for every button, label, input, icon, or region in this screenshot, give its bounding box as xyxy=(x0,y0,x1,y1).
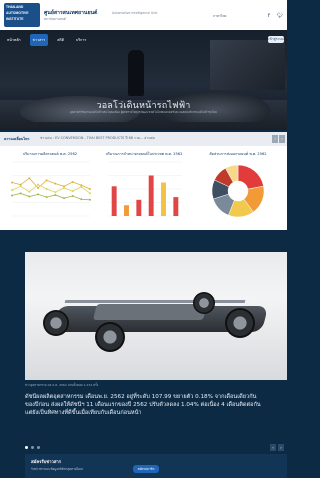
bar-6 xyxy=(173,197,179,216)
site-title: ศูนย์สารสนเทศยานยนต์ xyxy=(44,10,98,16)
wheel-rear-left xyxy=(193,292,215,314)
line-point xyxy=(63,197,65,200)
pager-dot[interactable] xyxy=(37,446,40,449)
wheel-rear-right xyxy=(225,308,255,338)
presenter-silhouette xyxy=(128,50,144,96)
hero-subtitle: อุตสาหกรรมยานยนต์ไฟฟ้าเติบโตต่อเนื่อง ผู… xyxy=(70,110,217,114)
ticker-prev-icon[interactable]: ‹ xyxy=(272,135,278,143)
bar-1 xyxy=(111,186,117,216)
line-point xyxy=(80,185,83,188)
site-header: THAILAND AUTOMOTIVE INSTITUTE ศูนย์สารสน… xyxy=(0,0,287,30)
line-point xyxy=(28,177,31,180)
bar-chart-title: ปริมาณการจำหน่ายรถยนต์ในประเทศ พ.ศ. 2562 xyxy=(105,152,183,156)
line-point xyxy=(19,192,22,195)
bar-2 xyxy=(124,205,129,216)
logo-line-3: INSTITUTE xyxy=(6,17,24,21)
chassis-rail xyxy=(64,300,246,303)
line-point xyxy=(63,186,65,189)
nav-item-news[interactable]: ข่าวสาร xyxy=(29,34,49,46)
slide-prev-icon[interactable]: ‹ xyxy=(270,444,276,451)
nav-item-services[interactable]: บริการ xyxy=(73,34,89,46)
pager-dot[interactable] xyxy=(31,446,34,449)
line-point xyxy=(28,195,31,198)
slide-pager xyxy=(25,446,40,449)
site-title-en: Automotive Intelligence Unit xyxy=(112,11,158,15)
line-point xyxy=(37,193,39,196)
site-subtitle: สถาบันยานยนต์ xyxy=(44,17,66,21)
nav-item-home[interactable]: หน้าหลัก xyxy=(4,34,24,46)
line-series-3 xyxy=(11,192,91,201)
site-logo[interactable]: THAILAND AUTOMOTIVE INSTITUTE xyxy=(4,3,40,27)
ticker-text[interactable]: ข่าวเด่น : EV CONVERSION - THAI BEST PRO… xyxy=(40,136,155,141)
pie-chart-card[interactable]: สัดส่วนการส่งออกรถยนต์ พ.ศ. 2562 xyxy=(194,150,282,226)
ticker-next-icon[interactable]: › xyxy=(279,135,285,143)
article-headline[interactable]: ดัชนีผลผลิตอุตสาหกรรม เดือนพ.ย. 2562 อยู… xyxy=(25,393,265,417)
display-panel xyxy=(210,40,285,90)
article-meta: ข่าวอุตสาหกรรม 04 ธ.ค. 2562 อ่านทั้งหมด … xyxy=(25,383,99,387)
line-point xyxy=(19,185,22,188)
line-series-1 xyxy=(11,177,91,190)
line-point xyxy=(54,193,57,196)
newsletter-bar: สมัครรับข่าวสาร รับข่าวสารและข้อมูลสถิติ… xyxy=(25,454,287,478)
ticker-label: ความเคลื่อนไหว xyxy=(4,137,30,141)
twitter-icon[interactable]: 🐦︎ xyxy=(277,13,283,19)
newsletter-title: สมัครรับข่าวสาร xyxy=(31,459,61,464)
bar-chart-card[interactable]: ปริมาณการจำหน่ายรถยนต์ในประเทศ พ.ศ. 2562 xyxy=(100,150,188,226)
news-ticker: ความเคลื่อนไหว ข่าวเด่น : EV CONVERSION … xyxy=(0,132,287,146)
left-rail xyxy=(0,230,25,478)
bar-3 xyxy=(136,199,142,216)
line-point xyxy=(45,188,48,190)
newsletter-text: รับข่าวสารและข้อมูลสถิติล่าสุดทางอีเมล xyxy=(31,467,83,471)
stats-section: ปริมาณการผลิตรถยนต์ พ.ศ. 2562 ปริมาณการจ… xyxy=(0,146,287,230)
main-nav: หน้าหลัก ข่าวสาร สถิติ บริการ xyxy=(4,34,89,46)
line-chart xyxy=(11,161,91,217)
login-button[interactable]: เข้าสู่ระบบ xyxy=(268,36,284,43)
page: THAILAND AUTOMOTIVE INSTITUTE ศูนย์สารสน… xyxy=(0,0,287,478)
line-point xyxy=(71,180,74,183)
language-switch[interactable]: ภาษาไทย xyxy=(213,14,226,19)
feature-image[interactable] xyxy=(25,230,287,380)
nav-item-stats[interactable]: สถิติ xyxy=(54,34,67,46)
battery-pack xyxy=(93,304,207,320)
line-point xyxy=(89,198,91,201)
wheel-front-right xyxy=(95,322,125,352)
line-point xyxy=(89,188,91,190)
feature-top-strip xyxy=(25,230,287,252)
pie-chart xyxy=(211,164,265,218)
facebook-icon[interactable]: f xyxy=(268,13,270,19)
line-point xyxy=(11,181,13,184)
line-point xyxy=(37,186,39,189)
subscribe-button[interactable]: สมัครสมาชิก xyxy=(133,465,159,473)
line-point xyxy=(45,196,48,199)
line-chart-card[interactable]: ปริมาณการผลิตรถยนต์ พ.ศ. 2562 xyxy=(6,150,94,226)
bar-chart xyxy=(108,161,182,217)
pie-chart-title: สัดส่วนการส่งออกรถยนต์ พ.ศ. 2562 xyxy=(209,152,267,156)
line-point xyxy=(71,190,74,193)
line-point xyxy=(54,182,57,185)
line-point xyxy=(11,194,13,197)
line-chart-title: ปริมาณการผลิตรถยนต์ พ.ศ. 2562 xyxy=(22,152,78,156)
line-point xyxy=(37,183,39,186)
bar-4 xyxy=(148,175,154,216)
line-point xyxy=(11,189,13,192)
line-point xyxy=(28,190,31,193)
line-point xyxy=(89,192,91,195)
line-point xyxy=(45,179,48,182)
bar-5 xyxy=(161,182,166,216)
line-point xyxy=(71,195,74,198)
line-point xyxy=(80,198,83,201)
slide-next-icon[interactable]: › xyxy=(278,444,284,451)
line-point xyxy=(54,191,57,194)
pie-slice-1 xyxy=(237,164,264,190)
wheel-front-left xyxy=(43,310,69,336)
pager-dot[interactable] xyxy=(25,446,28,449)
